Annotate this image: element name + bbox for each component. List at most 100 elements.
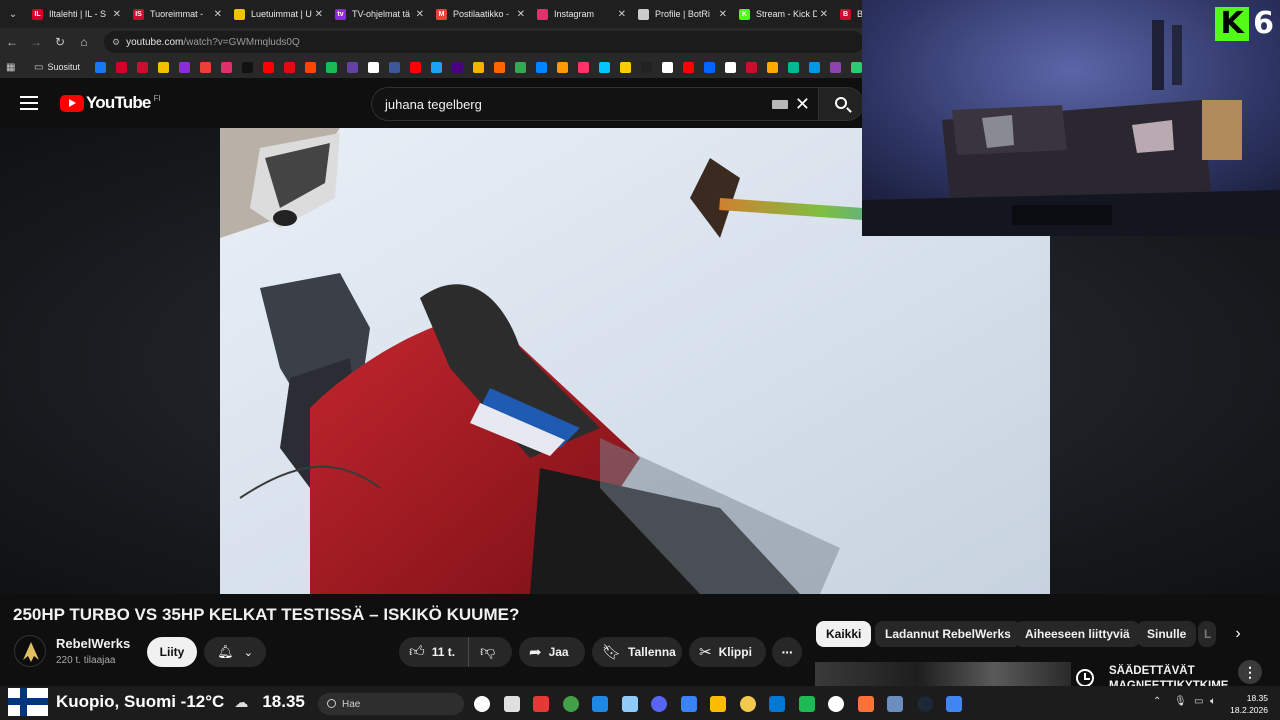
clip-button[interactable]: ✂ Klippi	[689, 637, 766, 667]
volume-icon[interactable]: 🔈︎	[1210, 696, 1216, 707]
notification-bell-button[interactable]: 🔔︎ ⌄	[204, 637, 266, 667]
taskbar-app-icon[interactable]	[533, 696, 549, 712]
taskbar-app-icon[interactable]	[946, 696, 962, 712]
taskbar-app-icon[interactable]	[916, 696, 933, 712]
close-tab-icon[interactable]: ✕	[517, 9, 525, 20]
apps-grid-icon[interactable]: ▦	[6, 62, 22, 73]
bookmark-icon[interactable]	[325, 61, 337, 73]
browser-tab[interactable]: IL Iltalehti | IL - S ✕	[26, 0, 127, 28]
taskbar-app-icon[interactable]	[651, 696, 667, 712]
channel-name[interactable]: RebelWerks	[56, 636, 130, 651]
microphone-icon[interactable]: 🎙︎	[1174, 696, 1187, 707]
bookmark-icon[interactable]	[451, 61, 463, 73]
browser-tab[interactable]: Instagram ✕	[531, 0, 632, 28]
site-info-icon[interactable]: ⚙	[112, 37, 120, 48]
bookmark-icon[interactable]	[808, 61, 820, 73]
bookmark-icon[interactable]	[535, 61, 547, 73]
dislike-button[interactable]: 👎︎	[469, 643, 495, 661]
browser-tab[interactable]: Luetuimmat | U ✕	[228, 0, 329, 28]
close-tab-icon[interactable]: ✕	[113, 9, 121, 20]
bookmark-icon[interactable]	[556, 61, 568, 73]
bookmark-icon[interactable]	[199, 61, 211, 73]
bookmark-icon[interactable]	[703, 61, 715, 73]
bookmark-icon[interactable]	[598, 61, 610, 73]
taskbar-search[interactable]: Hae	[318, 693, 464, 715]
taskbar-app-icon[interactable]	[887, 696, 903, 712]
browser-tab[interactable]: M Postilaatikko - ✕	[430, 0, 531, 28]
tab-search-dropdown[interactable]: ⌄	[0, 9, 26, 20]
keyboard-icon[interactable]	[772, 100, 788, 109]
search-button[interactable]	[818, 87, 864, 121]
taskbar-app-icon[interactable]	[562, 696, 579, 712]
bookmark-icon[interactable]	[367, 61, 379, 73]
taskbar-app-icon[interactable]	[710, 696, 726, 712]
close-tab-icon[interactable]: ✕	[214, 9, 222, 20]
taskbar-app-icon[interactable]	[592, 696, 608, 712]
recommendation-more-icon[interactable]: ⋮	[1238, 660, 1262, 684]
bookmark-icon[interactable]	[661, 61, 673, 73]
browser-tab[interactable]: tv TV-ohjelmat tä ✕	[329, 0, 430, 28]
forward-icon[interactable]: →	[24, 35, 48, 49]
bookmark-icon[interactable]	[136, 61, 148, 73]
bookmark-icon[interactable]	[94, 61, 106, 73]
taskbar-app-icon[interactable]	[798, 696, 815, 712]
taskbar-app-icon[interactable]	[621, 696, 638, 712]
bookmark-icon[interactable]	[577, 61, 589, 73]
close-tab-icon[interactable]: ✕	[719, 9, 727, 20]
taskbar-app-icon[interactable]	[739, 696, 756, 712]
bookmark-icon[interactable]	[157, 61, 169, 73]
tray-chevron-icon[interactable]: ⌃	[1153, 696, 1161, 707]
bookmark-icon[interactable]	[514, 61, 526, 73]
chip-all[interactable]: Kaikki	[816, 621, 872, 647]
bookmark-icon[interactable]	[745, 61, 757, 73]
taskbar-app-icon[interactable]	[680, 696, 697, 712]
back-icon[interactable]: ←	[0, 35, 24, 49]
bookmark-icon[interactable]	[115, 61, 127, 73]
bookmark-folder-suositut[interactable]: ▭ Suositut	[34, 62, 80, 73]
bookmark-icon[interactable]	[388, 61, 400, 73]
share-button[interactable]: ➦ Jaa	[519, 637, 585, 667]
taskbar-app-icon[interactable]	[828, 696, 844, 712]
close-tab-icon[interactable]: ✕	[820, 9, 828, 20]
chip-uploaded-by[interactable]: Ladannut RebelWerks	[875, 621, 1021, 647]
system-clock[interactable]: 18.35 18.2.2026	[1226, 692, 1268, 716]
bookmark-icon[interactable]	[409, 61, 421, 73]
close-tab-icon[interactable]: ✕	[416, 9, 424, 20]
search-input[interactable]: juhana tegelberg ✕	[371, 87, 818, 121]
chip-partial[interactable]: L	[1198, 621, 1216, 647]
network-icon[interactable]: ▭	[1194, 696, 1203, 707]
youtube-logo[interactable]: YouTube FI	[60, 93, 161, 113]
bookmark-icon[interactable]	[766, 61, 778, 73]
menu-icon[interactable]	[20, 96, 38, 110]
recommendation-thumbnail[interactable]	[815, 662, 1071, 686]
bookmark-icon[interactable]	[304, 61, 316, 73]
close-tab-icon[interactable]: ✕	[315, 9, 323, 20]
taskbar-app-icon[interactable]	[769, 696, 785, 712]
taskbar-app-icon[interactable]	[857, 696, 874, 712]
bookmark-icon[interactable]	[241, 61, 253, 73]
browser-tab[interactable]: K Stream - Kick D ✕	[733, 0, 834, 28]
bookmark-icon[interactable]	[346, 61, 358, 73]
channel-avatar[interactable]	[14, 635, 46, 667]
bookmark-icon[interactable]	[493, 61, 505, 73]
bookmark-icon[interactable]	[283, 61, 295, 73]
home-icon[interactable]: ⌂	[72, 35, 96, 49]
reload-icon[interactable]: ↻	[48, 35, 72, 49]
bookmark-icon[interactable]	[850, 61, 862, 73]
bookmark-icon[interactable]	[262, 61, 274, 73]
browser-tab[interactable]: IS Tuoreimmat - ✕	[127, 0, 228, 28]
bookmark-icon[interactable]	[724, 61, 736, 73]
watch-later-icon[interactable]	[1076, 669, 1094, 687]
save-button[interactable]: 🔖︎ Tallenna	[592, 637, 682, 667]
chip-related[interactable]: Aiheeseen liittyviä	[1015, 621, 1140, 647]
more-actions-button[interactable]: ···	[772, 637, 802, 667]
browser-tab[interactable]: Profile | BotRi ✕	[632, 0, 733, 28]
bookmark-icon[interactable]	[682, 61, 694, 73]
bookmark-icon[interactable]	[829, 61, 841, 73]
bookmark-icon[interactable]	[619, 61, 631, 73]
chip-for-you[interactable]: Sinulle	[1137, 621, 1197, 647]
bookmark-icon[interactable]	[787, 61, 799, 73]
bookmark-icon[interactable]	[472, 61, 484, 73]
chevron-right-icon[interactable]: ›	[1226, 622, 1250, 646]
bookmark-icon[interactable]	[430, 61, 442, 73]
